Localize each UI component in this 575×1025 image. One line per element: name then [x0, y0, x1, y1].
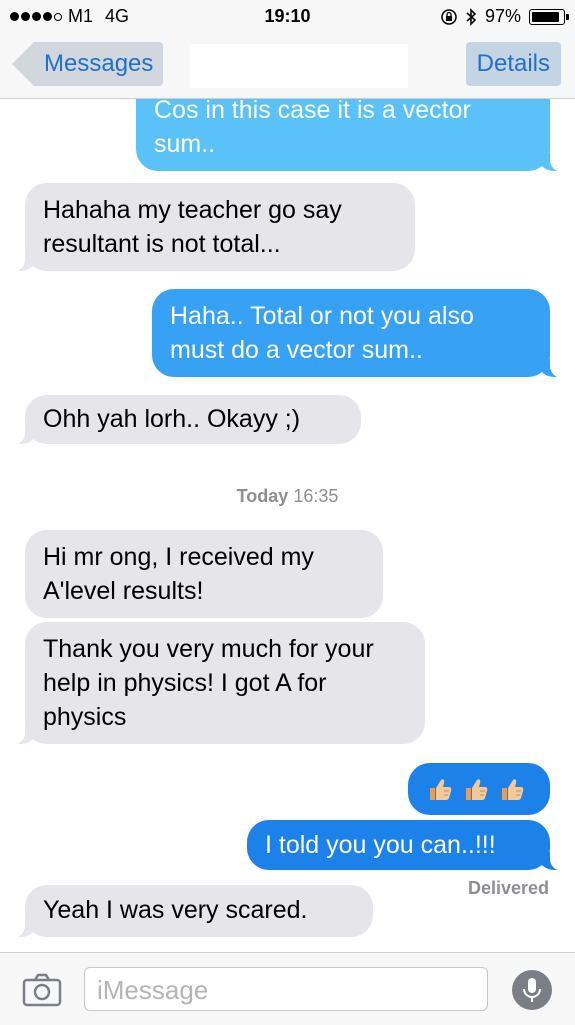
- message-bubble-outgoing[interactable]: Haha.. Total or not you also must do a v…: [152, 289, 572, 378]
- thumbs-up-icon: [502, 779, 524, 800]
- message-bubble-outgoing[interactable]: 👍👍👍: [408, 763, 550, 815]
- message-bubble-incoming[interactable]: Ohh yah lorh.. Okayy ;): [3, 395, 361, 445]
- chevron-left-icon: [12, 42, 34, 86]
- message-bubble-incoming[interactable]: Yeah I was very scared.: [3, 885, 373, 938]
- status-bar: M1 4G 19:10 97%: [0, 0, 575, 34]
- timestamp-time: 16:35: [293, 486, 339, 506]
- back-button-label: Messages: [34, 42, 164, 86]
- thumbs-up-icon: [430, 779, 452, 800]
- delivered-status: Delivered: [467, 878, 549, 898]
- battery-percentage: 97%: [484, 6, 521, 26]
- message-bubble-outgoing[interactable]: I told you you can..!!!: [247, 820, 572, 871]
- microphone-button[interactable]: [512, 970, 552, 1010]
- navigation-bar: Messages Details: [0, 34, 575, 99]
- bluetooth-icon: [466, 7, 477, 26]
- details-button[interactable]: Details: [465, 42, 561, 86]
- thumbs-up-row: [426, 772, 532, 806]
- camera-icon[interactable]: [22, 973, 62, 1007]
- message-input[interactable]: iMessage: [84, 967, 488, 1011]
- battery-icon: [529, 8, 569, 25]
- message-bubble-incoming[interactable]: Hi mr ong, I received my A'level results…: [25, 530, 383, 618]
- back-button[interactable]: Messages: [12, 42, 164, 86]
- message-input-bar: iMessage: [0, 952, 575, 1025]
- message-thread[interactable]: Cos in this case it is a vector sum.. Ha…: [0, 99, 575, 952]
- message-bubble-incoming[interactable]: Hahaha my teacher go say resultant is no…: [3, 183, 415, 272]
- rotation-lock-icon: [441, 8, 457, 25]
- message-bubble-incoming[interactable]: Thank you very much for your help in phy…: [3, 622, 425, 745]
- contact-name-redacted[interactable]: [190, 44, 408, 88]
- message-bubble-outgoing[interactable]: Cos in this case it is a vector sum..: [136, 99, 572, 172]
- thumbs-up-icon: [466, 779, 488, 800]
- timestamp-day: Today: [236, 486, 289, 506]
- microphone-icon: [523, 978, 541, 1002]
- timestamp: Today 16:35: [0, 486, 575, 507]
